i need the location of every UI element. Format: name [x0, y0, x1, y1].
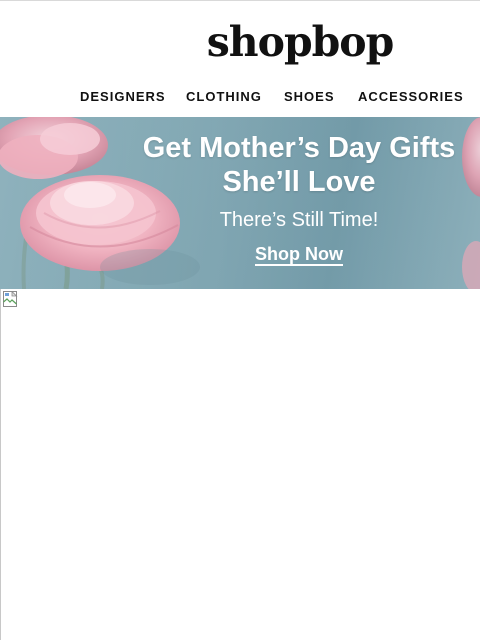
shop-now-link[interactable]: Shop Now — [255, 244, 343, 264]
nav-item-shoes[interactable]: SHOES — [284, 86, 335, 108]
broken-image-area[interactable] — [0, 289, 480, 640]
broken-image-icon — [3, 291, 18, 307]
mothers-day-banner[interactable]: Get Mother’s Day Gifts She’ll Love There… — [0, 117, 480, 289]
top-divider — [0, 0, 480, 1]
banner-title: Get Mother’s Day Gifts She’ll Love — [142, 132, 456, 198]
shopbop-logo[interactable]: shopbop — [190, 16, 410, 68]
banner-subtitle: There’s Still Time! — [219, 209, 379, 231]
nav-item-clothing[interactable]: CLOTHING — [186, 86, 262, 108]
nav-item-designers[interactable]: DESIGNERS — [80, 86, 166, 108]
category-nav: DESIGNERS CLOTHING SHOES ACCESSORIES — [0, 86, 480, 108]
email-page: shopbop DESIGNERS CLOTHING SHOES ACCESSO… — [0, 0, 480, 640]
nav-item-accessories[interactable]: ACCESSORIES — [358, 86, 464, 108]
shop-now-link-wrap: Shop Now — [120, 241, 478, 269]
